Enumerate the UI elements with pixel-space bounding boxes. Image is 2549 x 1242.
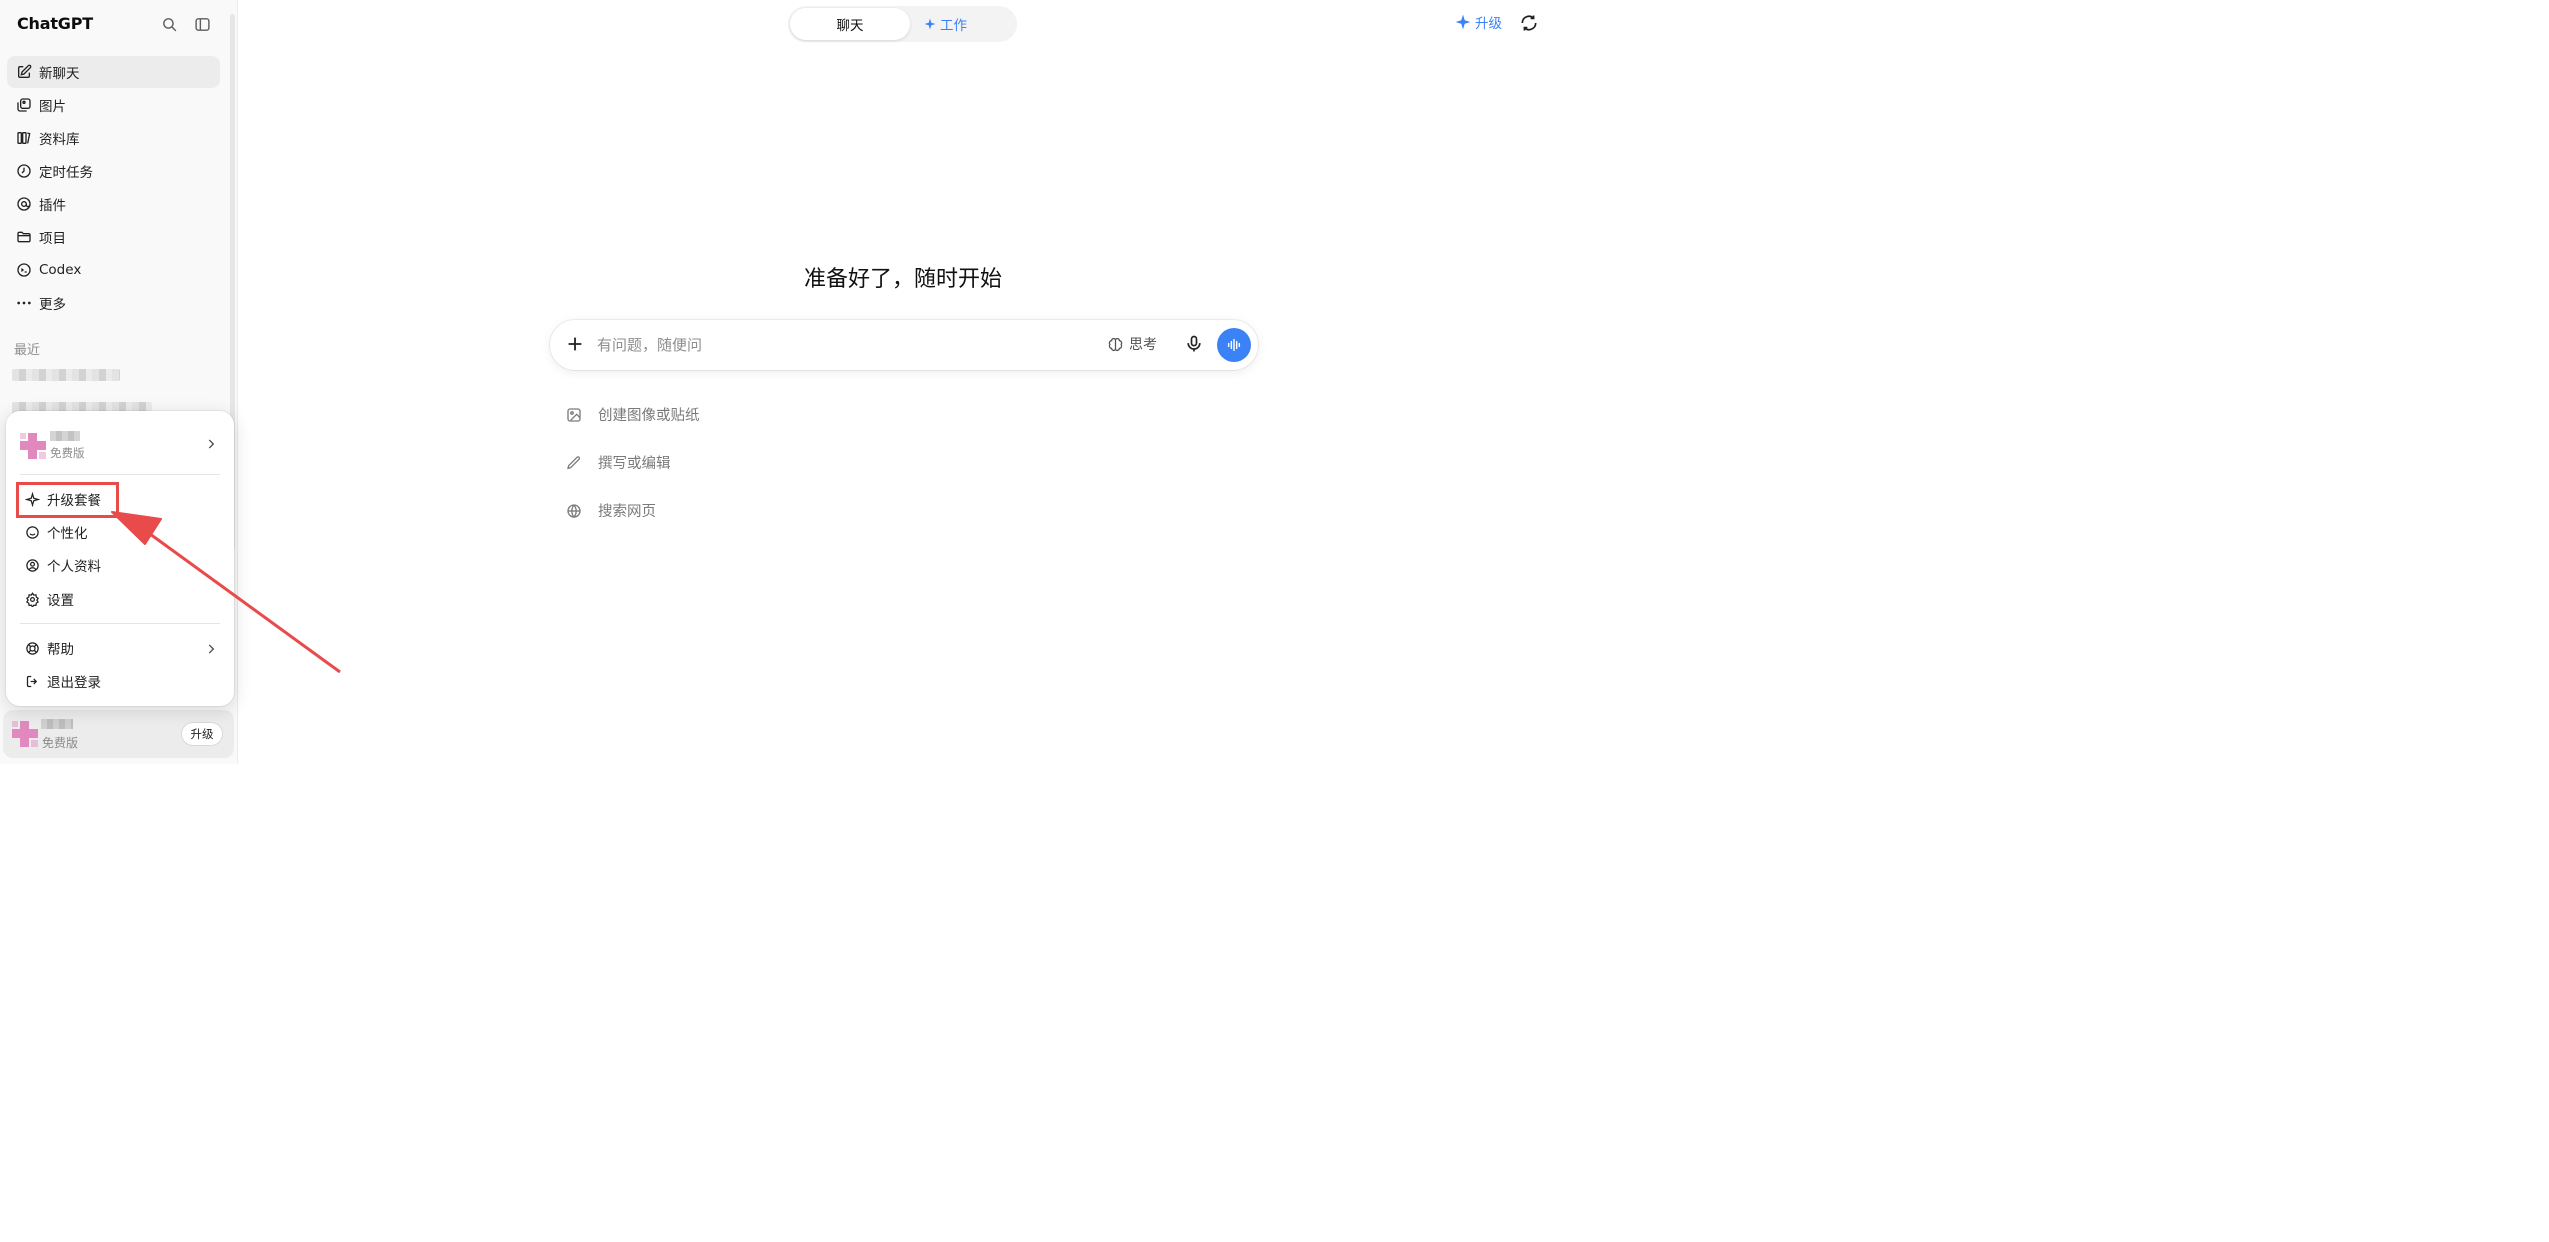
recent-chat-item[interactable] [12,369,120,381]
plugin-icon [17,197,31,211]
sidebar-toggle-icon[interactable] [191,13,213,35]
tab-work-label: 工作 [940,18,967,34]
library-icon [17,132,31,144]
plus-icon[interactable] [564,333,586,359]
menu-divider [20,623,220,624]
composer[interactable]: 有问题，随便问 思考 [550,320,1258,370]
header-upgrade-button[interactable]: 升级 [1455,12,1502,32]
tab-chat[interactable]: 聊天 [790,8,910,40]
chevron-right-icon[interactable] [204,436,218,455]
menu-item-label: 个人资料 [47,559,101,575]
page-title: 准备好了，随时开始 [803,267,1002,292]
menu-item-profile[interactable]: 个人资料 [18,550,222,580]
pencil-icon [567,455,581,469]
more-dots-icon [17,301,31,305]
help-lifebuoy-icon [26,641,39,655]
voice-mode-button[interactable] [1217,328,1251,362]
globe-icon [567,503,581,518]
sidebar-item-plugins[interactable]: 插件 [7,188,220,220]
menu-item-logout[interactable]: 退出登录 [18,666,222,696]
suggestion-label: 创建图像或贴纸 [598,408,700,424]
suggestion-label: 撰写或编辑 [598,456,671,472]
sparkle-icon [1455,14,1471,30]
suggestion-label: 搜索网页 [598,504,656,520]
menu-item-settings[interactable]: 设置 [18,584,222,614]
sidebar-item-label: 项目 [39,231,66,247]
menu-item-label: 个性化 [47,526,88,542]
sidebar-item-images[interactable]: 图片 [7,89,220,121]
recent-section-label: 最近 [14,343,41,358]
sparkle-icon [924,18,936,30]
profile-icon [26,558,39,572]
menu-item-label: 退出登录 [47,675,101,691]
prompt-input[interactable]: 有问题，随便问 [597,334,702,355]
personalize-icon [26,525,39,539]
logout-icon [26,675,38,687]
tab-work[interactable]: 工作 [924,6,967,42]
menu-avatar [20,433,46,459]
folder-icon [17,231,31,243]
menu-item-label: 设置 [47,593,74,609]
clock-icon [17,164,31,178]
user-account-bar[interactable]: 免费版 升级 [3,710,234,758]
sidebar-item-label: 图片 [39,99,66,115]
brain-icon [1108,337,1123,351]
account-menu: 免费版 升级套餐 个性化 个人资料 设置 帮助 退出登录 [6,411,234,706]
sidebar-item-label: 插件 [39,198,66,214]
user-name-redacted [41,719,73,729]
sidebar-item-more[interactable]: 更多 [7,287,220,319]
menu-account-name-redacted [50,431,80,441]
annotation-highlight-box [16,482,119,518]
sidebar-item-label: Codex [39,262,82,278]
sidebar-item-label: 定时任务 [39,165,93,181]
images-icon [17,98,31,112]
chevron-right-icon[interactable] [204,641,218,660]
mode-toggle: 聊天 工作 [788,6,1017,42]
menu-item-help[interactable]: 帮助 [18,633,222,663]
sidebar-item-library[interactable]: 资料库 [7,122,220,154]
user-plan-label: 免费版 [42,736,79,750]
sidebar-item-new-chat[interactable]: 新聊天 [7,56,220,88]
suggestion-search-web[interactable]: 搜索网页 [566,500,656,521]
think-button[interactable]: 思考 [1107,334,1157,354]
avatar [12,721,38,747]
temporary-chat-icon[interactable] [1519,13,1539,37]
upgrade-button[interactable]: 升级 [181,722,223,746]
menu-item-personalize[interactable]: 个性化 [18,517,222,547]
gear-icon [26,591,39,607]
image-icon [567,407,581,422]
new-chat-icon [18,64,32,78]
codex-icon [17,263,31,277]
suggestion-create-image[interactable]: 创建图像或贴纸 [566,404,700,425]
app-title: ChatGPT [17,14,93,33]
header-upgrade-label: 升级 [1475,16,1502,32]
sidebar-item-label: 资料库 [39,132,80,148]
menu-item-label: 帮助 [47,642,74,658]
microphone-icon[interactable] [1184,334,1204,358]
sidebar-item-label: 新聊天 [39,66,80,82]
suggestion-write-edit[interactable]: 撰写或编辑 [566,452,671,473]
sidebar-item-codex[interactable]: Codex [7,254,220,286]
menu-divider [20,474,220,475]
search-icon[interactable] [158,13,180,35]
sidebar-item-scheduled[interactable]: 定时任务 [7,155,220,187]
think-label: 思考 [1129,337,1157,353]
waveform-icon [1227,338,1241,352]
sidebar-item-label: 更多 [39,297,66,313]
menu-account-plan: 免费版 [50,446,85,460]
sidebar-item-projects[interactable]: 项目 [7,221,220,253]
